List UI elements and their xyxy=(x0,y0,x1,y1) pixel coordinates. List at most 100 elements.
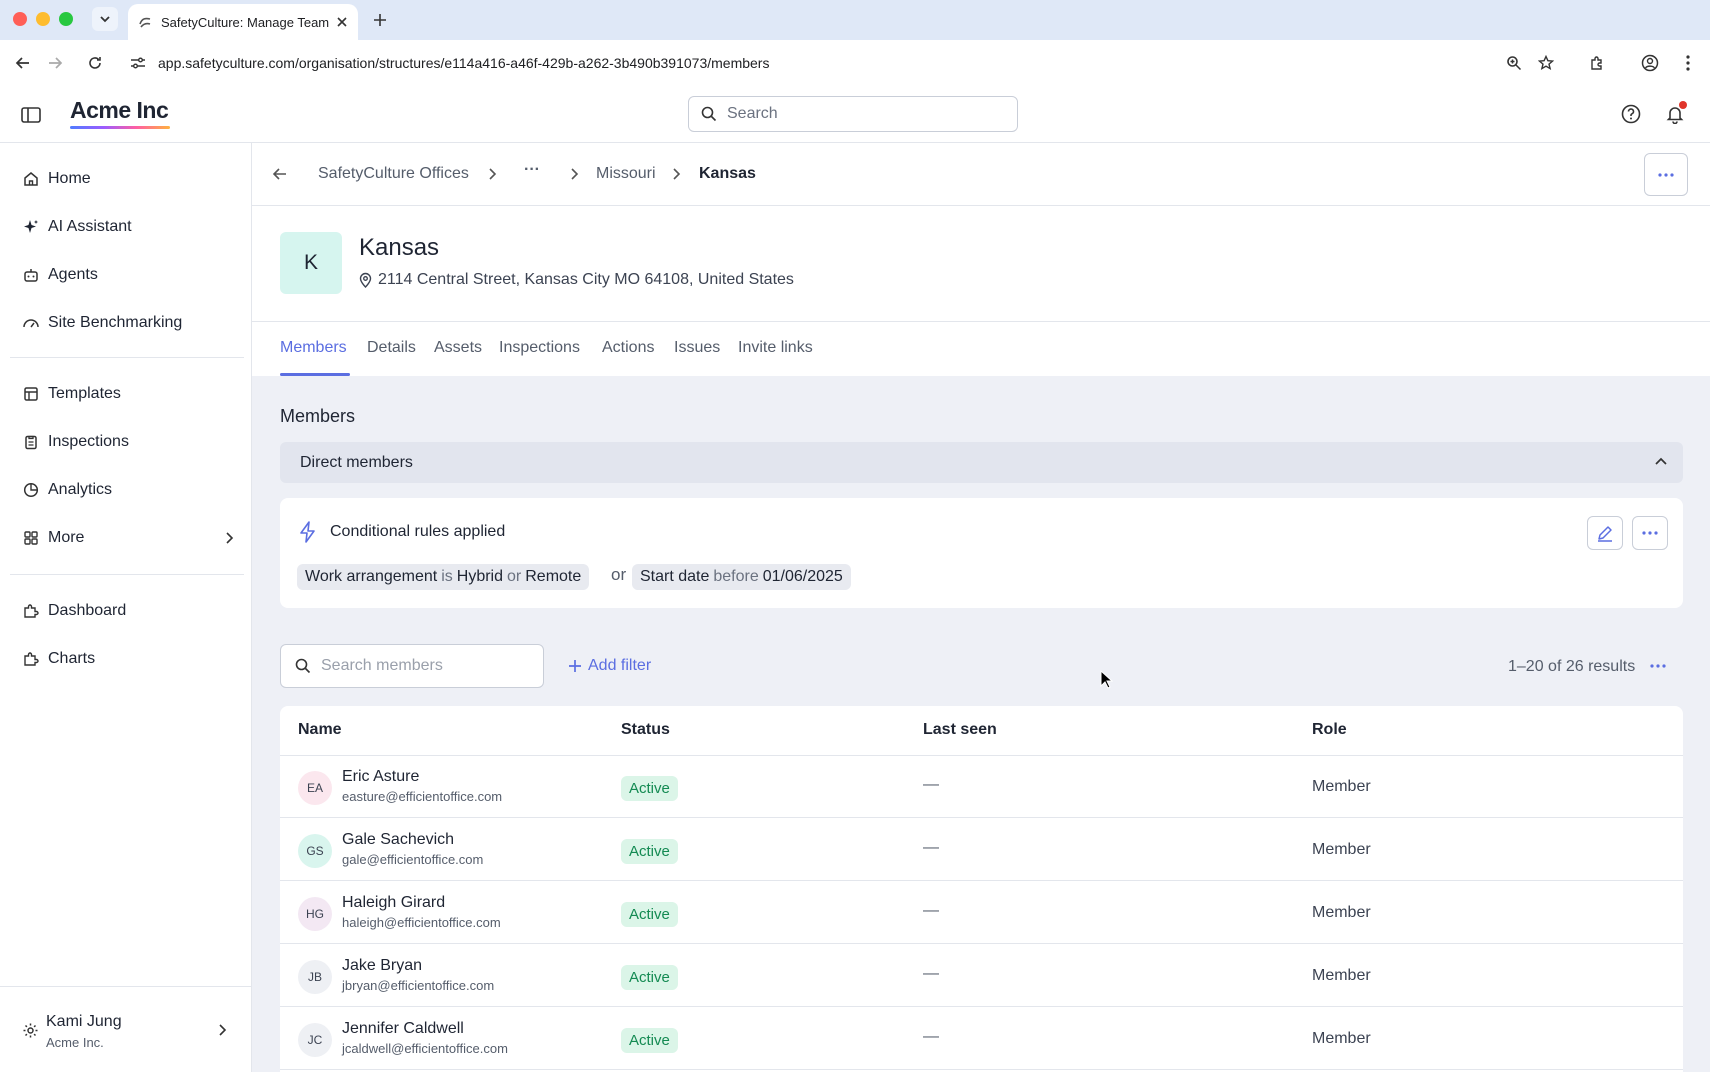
help-button[interactable] xyxy=(1617,100,1645,128)
tab-invite-links[interactable]: Invite links xyxy=(738,339,813,357)
table-row[interactable]: GS Gale Sachevich gale@efficientoffice.c… xyxy=(280,819,1683,881)
sparkle-icon xyxy=(22,218,40,236)
close-tab-icon[interactable] xyxy=(336,16,348,28)
tab-assets[interactable]: Assets xyxy=(434,339,482,357)
rules-options-button[interactable] xyxy=(1632,516,1668,550)
extensions-button[interactable] xyxy=(1584,50,1610,76)
clipboard-icon xyxy=(22,433,40,451)
member-role: Member xyxy=(1312,778,1371,795)
rule-connector: or xyxy=(611,565,627,584)
page-title: Kansas xyxy=(359,234,440,261)
grid-icon xyxy=(22,529,40,547)
user-name: Kami Jung xyxy=(46,1013,122,1030)
chevron-right-icon xyxy=(482,164,502,184)
maximize-window-button[interactable] xyxy=(59,12,73,26)
org-logo[interactable]: Acme Inc xyxy=(70,97,169,124)
sidebar-item-ai-assistant[interactable]: AI Assistant xyxy=(22,209,234,245)
zoom-button[interactable] xyxy=(1501,50,1527,76)
rules-title: Conditional rules applied xyxy=(330,523,506,540)
pencil-icon xyxy=(1598,526,1612,542)
profile-button[interactable] xyxy=(1637,50,1663,76)
global-search-input[interactable]: Search xyxy=(688,96,1018,132)
section-title: Members xyxy=(280,406,356,426)
reload-button[interactable] xyxy=(82,50,108,76)
direct-members-label: Direct members xyxy=(300,454,413,471)
back-arrow-button[interactable] xyxy=(270,164,290,184)
breadcrumb-item[interactable]: Missouri xyxy=(596,165,656,183)
url-text: app.safetyculture.com/organisation/struc… xyxy=(158,55,770,71)
site-options-button[interactable] xyxy=(1644,153,1688,196)
tab-search-button[interactable] xyxy=(92,7,118,31)
app-header: Acme Inc Search xyxy=(0,86,1710,143)
forward-button[interactable] xyxy=(42,50,68,76)
edit-rules-button[interactable] xyxy=(1587,516,1623,550)
status-badge: Active xyxy=(621,839,678,864)
table-row[interactable]: EA Eric Asture easture@efficientoffice.c… xyxy=(280,756,1683,818)
browser-menu-button[interactable] xyxy=(1675,50,1701,76)
column-header-last-seen[interactable]: Last seen xyxy=(923,721,997,739)
minimize-window-button[interactable] xyxy=(36,12,50,26)
notifications-button[interactable] xyxy=(1661,100,1689,128)
member-name: Haleigh Girard xyxy=(342,894,446,911)
add-filter-button[interactable]: Add filter xyxy=(568,657,651,675)
rule-chip-start-date[interactable]: Start date before 01/06/2025 xyxy=(632,564,851,590)
arrow-left-icon xyxy=(272,168,286,180)
sidebar-item-charts[interactable]: Charts xyxy=(22,641,234,677)
status-badge: Active xyxy=(621,902,678,927)
sidebar-item-site-benchmarking[interactable]: Site Benchmarking xyxy=(22,305,234,341)
toggle-sidebar-button[interactable] xyxy=(18,102,44,128)
bookmark-button[interactable] xyxy=(1533,50,1559,76)
sidebar-item-home[interactable]: Home xyxy=(22,161,234,197)
status-badge: Active xyxy=(621,1028,678,1053)
site-header: SafetyCulture Offices ··· Missouri Kansa… xyxy=(252,143,1710,376)
back-button[interactable] xyxy=(10,50,36,76)
rule-chip-work-arrangement[interactable]: Work arrangement is Hybrid or Remote xyxy=(297,564,590,590)
chevron-down-icon xyxy=(100,16,110,23)
sidebar-item-templates[interactable]: Templates xyxy=(22,376,234,412)
sidebar-item-more[interactable]: More xyxy=(22,520,234,556)
breadcrumb-overflow-button[interactable]: ··· xyxy=(524,161,540,179)
table-row[interactable]: JB Jake Bryan jbryan@efficientoffice.com… xyxy=(280,945,1683,1007)
sidebar-item-label: AI Assistant xyxy=(48,218,132,235)
site-settings-icon[interactable] xyxy=(130,56,146,70)
rule-operator: or xyxy=(507,568,522,585)
avatar: JB xyxy=(298,960,332,994)
sidebar-item-agents[interactable]: Agents xyxy=(22,257,234,293)
table-row[interactable]: HG Haleigh Girard haleigh@efficientoffic… xyxy=(280,882,1683,944)
sidebar-item-dashboard[interactable]: Dashboard xyxy=(22,593,234,629)
member-role: Member xyxy=(1312,841,1371,858)
sidebar-item-analytics[interactable]: Analytics xyxy=(22,472,234,508)
address-bar[interactable]: app.safetyculture.com/organisation/struc… xyxy=(122,46,1572,80)
puzzle-piece-icon xyxy=(1591,56,1602,70)
member-email: easture@efficientoffice.com xyxy=(342,789,503,804)
last-seen: — xyxy=(923,839,939,856)
search-members-input[interactable]: Search members xyxy=(280,644,544,688)
breadcrumb-item[interactable]: SafetyCulture Offices xyxy=(318,165,469,183)
column-header-name[interactable]: Name xyxy=(298,721,342,739)
new-tab-button[interactable] xyxy=(368,8,392,32)
table-options-button[interactable] xyxy=(1650,657,1666,675)
sidebar-item-label: Charts xyxy=(48,650,96,667)
browser-tab[interactable]: SafetyCulture: Manage Teams xyxy=(128,4,358,40)
tab-inspections[interactable]: Inspections xyxy=(499,339,580,357)
user-profile-menu[interactable]: Kami Jung Acme Inc. xyxy=(0,986,252,1072)
home-icon xyxy=(22,170,40,188)
site-avatar: K xyxy=(280,232,342,294)
rule-operator: is xyxy=(441,568,453,585)
tab-members[interactable]: Members xyxy=(280,339,347,357)
close-window-button[interactable] xyxy=(13,12,27,26)
column-header-status[interactable]: Status xyxy=(621,721,670,739)
column-header-role[interactable]: Role xyxy=(1312,721,1347,739)
chevron-right-icon xyxy=(226,532,234,544)
tab-details[interactable]: Details xyxy=(367,339,416,357)
chevron-right-icon xyxy=(666,164,686,184)
tab-issues[interactable]: Issues xyxy=(674,339,720,357)
sidebar-item-inspections[interactable]: Inspections xyxy=(22,424,234,460)
lightning-icon xyxy=(300,521,315,543)
table-row[interactable]: JC Jennifer Caldwell jcaldwell@efficient… xyxy=(280,1008,1683,1070)
tab-actions[interactable]: Actions xyxy=(602,339,654,357)
direct-members-toggle[interactable]: Direct members xyxy=(280,442,1683,483)
search-icon xyxy=(295,658,311,674)
tab-bar: Members Details Assets Inspections Actio… xyxy=(252,321,1710,376)
search-icon xyxy=(701,106,717,122)
